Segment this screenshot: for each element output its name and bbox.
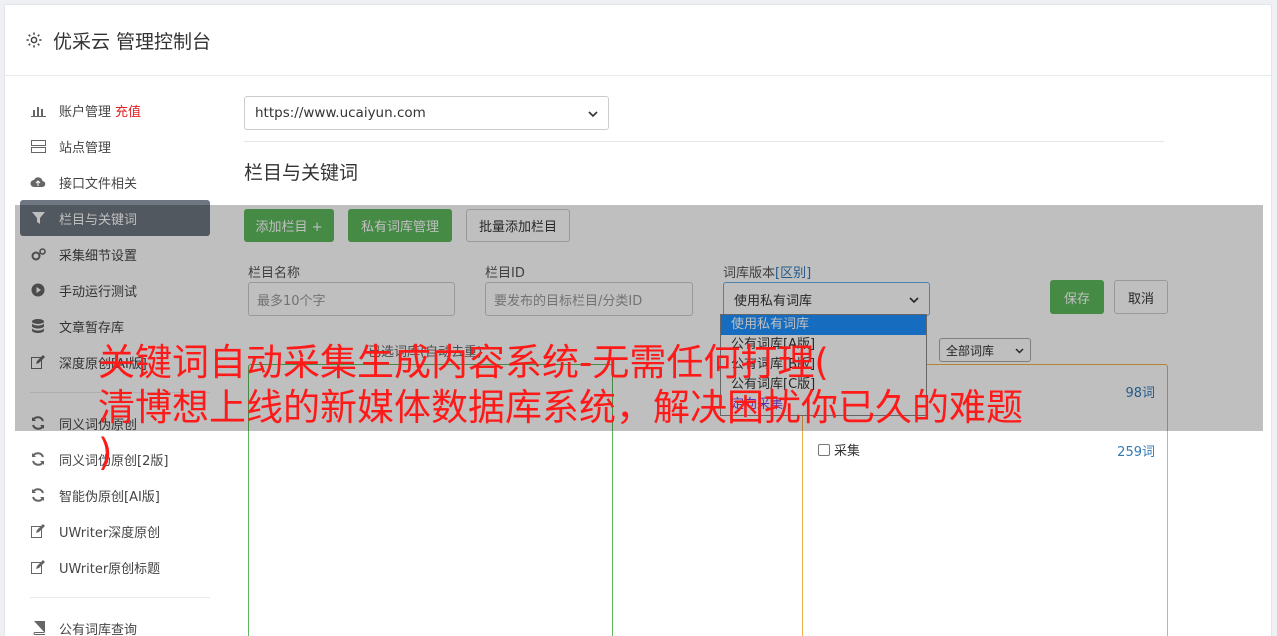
sidebar-item-smart-original[interactable]: 智能伪原创[AI版] [20, 477, 210, 513]
section-title: 栏目与关键词 [244, 162, 359, 184]
divider [244, 141, 1164, 142]
server-icon [30, 139, 46, 153]
edit-icon [30, 524, 46, 538]
sidebar-item-public-lib[interactable]: 公有词库查询 [20, 610, 210, 636]
site-select-value: https://www.ucaiyun.com [255, 105, 426, 121]
cloud-upload-icon [30, 175, 46, 189]
caption-line: ) [98, 431, 113, 474]
sidebar-item-label: 智能伪原创[AI版] [59, 489, 160, 505]
sidebar-item-label: 站点管理 [59, 140, 112, 156]
site-select[interactable]: https://www.ucaiyun.com [244, 96, 609, 130]
sidebar-item-sites[interactable]: 站点管理 [20, 128, 210, 164]
sidebar-item-uwriter-title[interactable]: UWriter原创标题 [20, 549, 210, 585]
sidebar-item-label: 接口文件相关 [59, 176, 138, 192]
recharge-link[interactable]: 充值 [115, 101, 141, 120]
sidebar-divider [30, 597, 210, 598]
app-title: 优采云 管理控制台 [53, 30, 212, 53]
sidebar-item-uwriter-deep[interactable]: UWriter深度原创 [20, 513, 210, 549]
edit-icon [30, 560, 46, 574]
caption-line: 清博想上线的新媒体数据库系统，解决困扰你已久的难题 [98, 386, 1023, 429]
bar-chart-icon [30, 103, 46, 117]
sidebar-item-account[interactable]: 账户管理 充值 [20, 92, 210, 128]
sidebar-item-label: UWriter原创标题 [59, 561, 161, 577]
header: 优采云 管理控制台 [5, 5, 1271, 76]
sidebar-item-label: UWriter深度原创 [59, 525, 161, 541]
sidebar-item-interface[interactable]: 接口文件相关 [20, 164, 210, 200]
gear-icon [25, 31, 43, 49]
caption-line: 关键词自动采集生成内容系统-无需任何打理( [98, 341, 829, 384]
sidebar-item-label: 账户管理 [59, 104, 112, 120]
refresh-icon [30, 452, 46, 466]
sidebar-item-label: 公有词库查询 [59, 622, 138, 636]
overlay-caption: 关键词自动采集生成内容系统-无需任何打理( 清博想上线的新媒体数据库系统，解决困… [98, 340, 1218, 475]
main-content: https://www.ucaiyun.com 栏目与关键词 添加栏目 + 私有… [244, 96, 1168, 636]
book-icon [30, 621, 46, 635]
chevron-down-icon [588, 105, 598, 121]
refresh-icon [30, 488, 46, 502]
